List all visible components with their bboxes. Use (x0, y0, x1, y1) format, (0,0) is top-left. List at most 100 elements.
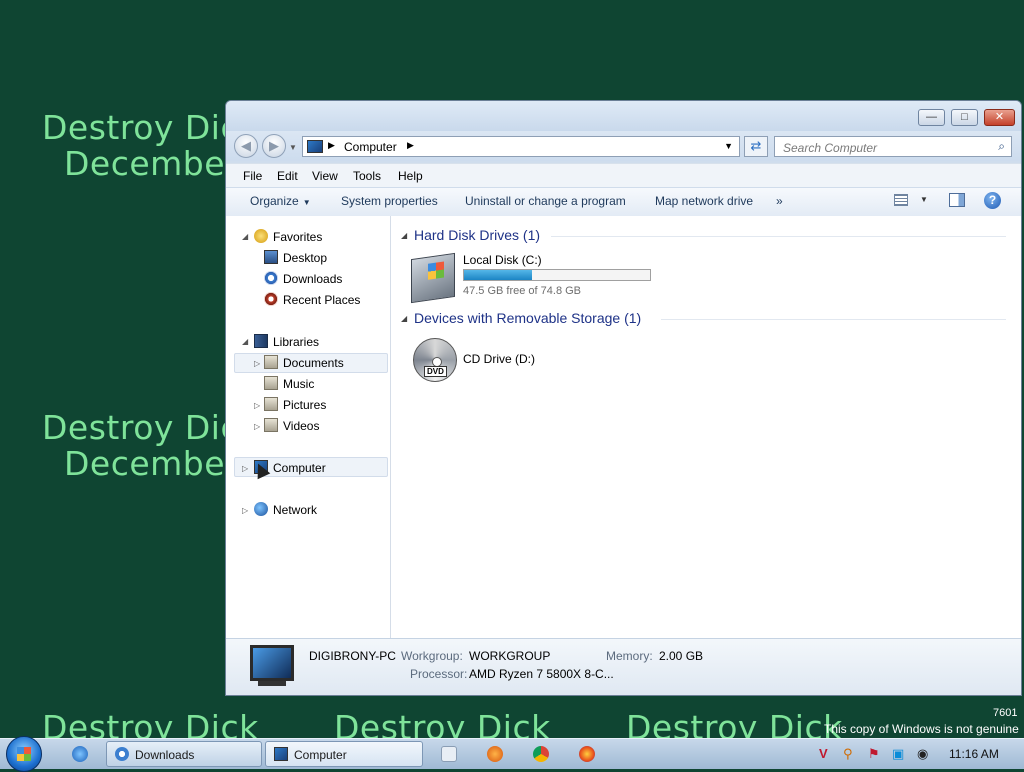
windows-logo-icon (17, 747, 31, 761)
chevron-right-icon[interactable]: ▶ (407, 140, 414, 151)
recent-pages-dropdown[interactable]: ▼ (289, 143, 297, 152)
nav-computer[interactable]: Computer (273, 461, 326, 475)
menu-edit[interactable]: Edit (277, 169, 298, 183)
search-input[interactable] (781, 138, 985, 157)
flag-tray-icon[interactable]: ⚑ (868, 746, 880, 762)
app-icon[interactable] (487, 746, 503, 762)
maximize-button[interactable]: □ (951, 109, 978, 126)
breadcrumb-computer[interactable]: Computer (344, 140, 397, 154)
disk-usage-fill (464, 270, 532, 280)
view-dropdown-icon[interactable]: ▼ (920, 195, 928, 204)
nav-videos[interactable]: Videos (283, 419, 319, 433)
nav-documents[interactable]: Documents (283, 356, 344, 370)
videos-folder-icon (264, 418, 278, 432)
address-dropdown-icon[interactable]: ▼ (724, 141, 733, 151)
address-bar[interactable]: ▶ Computer ▶ ▼ (302, 136, 740, 157)
command-bar: Organize ▼ System properties Uninstall or… (226, 187, 1021, 217)
dvd-label: DVD (424, 366, 447, 377)
volume-tray-icon[interactable]: ◉ (917, 746, 928, 762)
nav-music[interactable]: Music (283, 377, 314, 391)
back-button[interactable]: ◀ (234, 134, 258, 158)
title-bar[interactable]: — □ ✕ (226, 101, 1021, 131)
change-view-icon[interactable] (894, 194, 908, 206)
menu-bar: File Edit View Tools Help (226, 163, 1021, 188)
media-player-icon[interactable] (441, 746, 457, 762)
help-icon[interactable]: ? (984, 192, 1001, 209)
computer-icon (274, 747, 288, 761)
pictures-folder-icon (264, 397, 278, 411)
start-button[interactable] (6, 736, 42, 772)
expand-arrow-icon[interactable]: ▷ (242, 506, 248, 515)
downloads-icon (264, 271, 278, 285)
recent-places-icon (264, 292, 278, 306)
forward-button[interactable]: ▶ (262, 134, 286, 158)
group-divider (661, 319, 1006, 320)
firefox-icon[interactable] (579, 746, 595, 762)
clock[interactable]: 11:16 AM (949, 747, 999, 761)
dvd-drive-icon[interactable]: DVD (413, 338, 457, 382)
wallpaper-text: December (64, 144, 240, 183)
wallpaper-text: December (64, 444, 240, 483)
group-divider (551, 236, 1006, 237)
taskbar-computer-button[interactable]: Computer (265, 741, 423, 767)
disk-usage-bar (463, 269, 651, 281)
expand-arrow-icon[interactable]: ▷ (242, 464, 248, 473)
local-disk-name[interactable]: Local Disk (C:) (463, 253, 542, 267)
nav-libraries[interactable]: Libraries (273, 335, 319, 349)
menu-tools[interactable]: Tools (353, 169, 381, 183)
more-commands-button[interactable]: » (776, 194, 783, 208)
group-removable-storage[interactable]: Devices with Removable Storage (1) (414, 310, 641, 326)
display-tray-icon[interactable]: ▣ (892, 746, 904, 762)
taskbar-downloads-button[interactable]: Downloads (106, 741, 262, 767)
menu-file[interactable]: File (243, 169, 262, 183)
system-properties-button[interactable]: System properties (341, 194, 438, 208)
music-folder-icon (264, 376, 278, 390)
internet-explorer-icon[interactable] (72, 746, 88, 762)
workgroup-value: WORKGROUP (469, 649, 551, 663)
windows-logo-icon (428, 261, 444, 280)
desktop-icon (264, 250, 278, 264)
workgroup-label: Workgroup: (401, 649, 463, 663)
cd-drive-name[interactable]: CD Drive (D:) (463, 352, 535, 366)
search-box[interactable]: ⌕ (774, 136, 1012, 157)
expand-arrow-icon[interactable]: ▷ (254, 359, 260, 368)
genuine-notice: This copy of Windows is not genuine (824, 722, 1019, 736)
menu-view[interactable]: View (312, 169, 338, 183)
memory-label: Memory: (606, 649, 653, 663)
preview-pane-icon[interactable] (949, 193, 965, 207)
network-icon (254, 502, 268, 516)
map-network-drive-button[interactable]: Map network drive (655, 194, 753, 208)
chevron-right-icon[interactable]: ▶ (328, 140, 335, 151)
search-icon[interactable]: ⌕ (998, 139, 1005, 154)
nav-favorites[interactable]: Favorites (273, 230, 322, 244)
refresh-button[interactable]: ⇄ (744, 136, 768, 157)
processor-value: AMD Ryzen 7 5800X 8-C... (469, 667, 614, 681)
content-pane: ◢ Hard Disk Drives (1) Local Disk (C:) 4… (391, 216, 1021, 638)
collapse-group-icon[interactable]: ◢ (401, 231, 407, 240)
nav-pictures[interactable]: Pictures (283, 398, 326, 412)
collapse-arrow-icon[interactable]: ◢ (242, 337, 248, 346)
expand-arrow-icon[interactable]: ▷ (254, 422, 260, 431)
chrome-icon[interactable] (533, 746, 549, 762)
nav-desktop[interactable]: Desktop (283, 251, 327, 265)
organize-button[interactable]: Organize ▼ (250, 194, 311, 208)
navigation-pane: ◢ Favorites Desktop Downloads Recent Pla… (226, 216, 391, 638)
menu-help[interactable]: Help (398, 169, 423, 183)
antivirus-tray-icon[interactable]: V (819, 746, 828, 761)
minimize-button[interactable]: — (918, 109, 945, 126)
downloads-icon (115, 747, 129, 761)
group-hard-disk-drives[interactable]: Hard Disk Drives (1) (414, 227, 540, 243)
collapse-group-icon[interactable]: ◢ (401, 314, 407, 323)
nav-network[interactable]: Network (273, 503, 317, 517)
pc-name: DIGIBRONY-PC (309, 649, 396, 663)
computer-icon (307, 140, 323, 153)
hard-drive-icon[interactable] (411, 252, 455, 304)
expand-arrow-icon[interactable]: ▷ (254, 401, 260, 410)
close-button[interactable]: ✕ (984, 109, 1015, 126)
search-tray-icon[interactable]: ⚲ (843, 746, 853, 762)
nav-downloads[interactable]: Downloads (283, 272, 342, 286)
nav-recent-places[interactable]: Recent Places (283, 293, 360, 307)
uninstall-program-button[interactable]: Uninstall or change a program (465, 194, 626, 208)
favorites-star-icon (254, 229, 268, 243)
collapse-arrow-icon[interactable]: ◢ (242, 232, 248, 241)
